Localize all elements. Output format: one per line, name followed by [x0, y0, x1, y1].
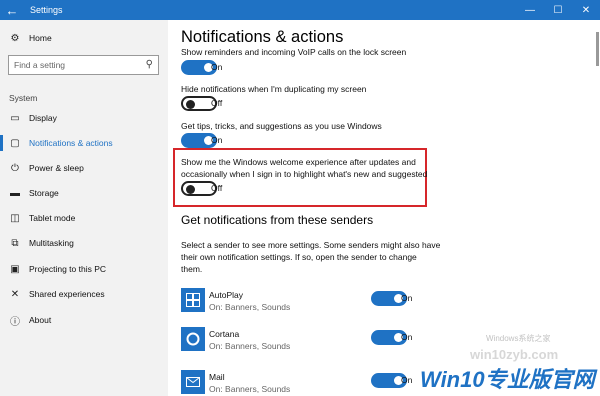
senders-description-line2: their own notification settings. If so, …: [181, 252, 417, 262]
section-label-system: System: [9, 93, 38, 103]
watermark: Windows系统之家 win10zyb.com Win10专业版官网: [400, 320, 600, 396]
sidebar-item-home[interactable]: ⚙ Home: [0, 27, 168, 49]
display-icon: ▭: [10, 112, 20, 124]
watermark-url: win10zyb.com: [470, 347, 559, 362]
sidebar-item-label: Notifications & actions: [29, 138, 113, 148]
toggle-state: Off: [211, 98, 223, 108]
toggle-state: On: [211, 62, 223, 72]
toggle-state: On: [401, 293, 413, 303]
sidebar-item-notifications[interactable]: ▢ Notifications & actions: [0, 132, 168, 154]
maximize-button[interactable]: ☐: [544, 0, 572, 20]
sender-autoplay[interactable]: AutoPlay On: Banners, Sounds On: [181, 288, 431, 324]
sidebar-item-shared-experiences[interactable]: ✕ Shared experiences: [0, 283, 168, 305]
gear-icon: ⚙: [10, 32, 20, 44]
sidebar-item-tablet-mode[interactable]: ◫ Tablet mode: [0, 207, 168, 229]
back-button[interactable]: ←: [0, 0, 24, 20]
sender-name: Cortana: [209, 329, 240, 339]
shared-experiences-icon: ✕: [10, 288, 20, 300]
search-icon: ⚲: [145, 59, 153, 70]
mail-icon: [181, 370, 205, 394]
selection-indicator: [0, 135, 3, 151]
sidebar-item-label: Projecting to this PC: [29, 264, 107, 274]
window-controls: — ☐ ✕: [516, 0, 600, 20]
search-placeholder: Find a setting: [14, 60, 66, 70]
watermark-small-text: Windows系统之家: [486, 334, 551, 343]
sender-name: AutoPlay: [209, 290, 244, 300]
cortana-icon: [181, 327, 205, 351]
sender-status: On: Banners, Sounds: [209, 341, 291, 351]
notifications-icon: ▢: [10, 137, 20, 149]
sidebar-item-label: Home: [29, 33, 52, 43]
storage-icon: ▬: [10, 187, 20, 199]
window-title: Settings: [30, 5, 63, 15]
sidebar-item-label: Display: [29, 113, 57, 123]
power-icon: ⏻: [11, 162, 19, 174]
sidebar: ⚙ Home Find a setting ⚲ System ▭ Display…: [0, 20, 168, 396]
sidebar-item-storage[interactable]: ▬ Storage: [0, 182, 168, 204]
sidebar-item-multitasking[interactable]: ⧉ Multitasking: [0, 232, 168, 254]
setting-welcome-label-line2: occasionally when I sign in to highlight…: [181, 169, 428, 179]
sidebar-item-projecting[interactable]: ▣ Projecting to this PC: [0, 258, 168, 280]
page-title: Notifications & actions: [181, 28, 344, 46]
setting-duplicating-label: Hide notifications when I'm duplicating …: [181, 84, 367, 94]
senders-description-line3: them.: [181, 264, 203, 274]
tablet-mode-icon: ◫: [10, 212, 20, 224]
search-input[interactable]: Find a setting ⚲: [8, 55, 159, 75]
sidebar-item-label: Multitasking: [29, 238, 74, 248]
autoplay-icon: [181, 288, 205, 312]
back-arrow-icon: ←: [5, 2, 19, 18]
sidebar-item-about[interactable]: ⓘ About: [0, 309, 168, 331]
close-button[interactable]: ✕: [572, 0, 600, 20]
sender-cortana[interactable]: Cortana On: Banners, Sounds On: [181, 327, 431, 363]
multitasking-icon: ⧉: [11, 237, 19, 249]
sidebar-item-label: Storage: [29, 188, 59, 198]
sender-name: Mail: [209, 372, 225, 382]
toggle-state: Off: [211, 183, 223, 193]
sender-status: On: Banners, Sounds: [209, 302, 291, 312]
title-bar: ← Settings — ☐ ✕: [0, 0, 600, 20]
toggle-knob: [186, 99, 195, 109]
sidebar-item-display[interactable]: ▭ Display: [0, 107, 168, 129]
toggle-state: On: [211, 135, 223, 145]
toggle-knob: [186, 184, 195, 194]
senders-description-line1: Select a sender to see more settings. So…: [181, 240, 441, 250]
sidebar-item-power-sleep[interactable]: ⏻ Power & sleep: [0, 157, 168, 179]
sender-mail[interactable]: Mail On: Banners, Sounds On: [181, 370, 431, 396]
projecting-icon: ▣: [10, 263, 20, 275]
sidebar-item-label: Tablet mode: [29, 213, 76, 223]
sidebar-item-label: Shared experiences: [29, 289, 105, 299]
setting-lockscreen-label: Show reminders and incoming VoIP calls o…: [181, 47, 407, 57]
minimize-button[interactable]: —: [516, 0, 544, 20]
sidebar-item-label: Power & sleep: [29, 163, 84, 173]
setting-welcome-label-line1: Show me the Windows welcome experience a…: [181, 157, 416, 167]
info-icon: ⓘ: [10, 316, 20, 328]
sender-status: On: Banners, Sounds: [209, 384, 291, 394]
sidebar-item-label: About: [29, 315, 52, 325]
setting-tips-label: Get tips, tricks, and suggestions as you…: [181, 121, 382, 131]
watermark-logo-text: Win10专业版官网: [420, 367, 595, 392]
senders-section-title: Get notifications from these senders: [181, 213, 374, 227]
scrollbar[interactable]: [596, 32, 599, 66]
